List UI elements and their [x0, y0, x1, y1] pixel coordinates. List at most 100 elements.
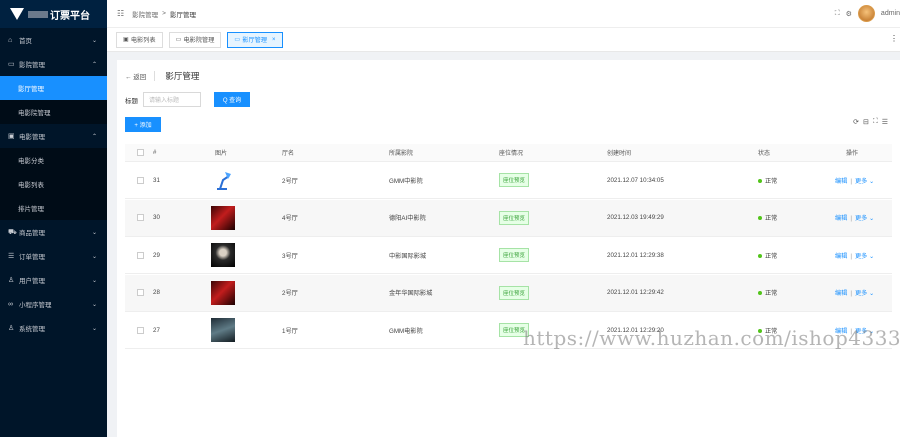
- sidebar-item-7[interactable]: 排片管理: [0, 196, 107, 220]
- table-row[interactable]: 29 3号厅 中影国际影城 座位预览 2021.12.01 12:29:38 正常 编辑 | 更…: [125, 237, 892, 274]
- table-row[interactable]: 28 2号厅 金年华国际影城 座位预览 2021.12.01 12:29:42 正常 编辑 |…: [125, 274, 892, 312]
- sidebar-menu: ⌂ 首页 ⌄ ▭ 影院管理 ⌃ 影厅管理 电影院管理 ▣ 电影管理 ⌃ 电影分类电影列表排片管理 ⛟ 商品…: [0, 28, 107, 340]
- main-content: ← 返回 影厅管理 标题 请输入标题 Q 查询 + 添加 ⟳ ⊟ ⛶ ☰ # 图…: [117, 60, 900, 437]
- select-all-checkbox[interactable]: [137, 149, 144, 156]
- cart-icon: ⛟: [8, 228, 17, 236]
- col-id[interactable]: #: [153, 150, 156, 156]
- sidebar-item-5[interactable]: 电影分类: [0, 148, 107, 172]
- tab-cinema-manage[interactable]: ▭ 电影院管理: [168, 31, 222, 48]
- edit-link[interactable]: 编辑: [835, 253, 847, 260]
- back-button[interactable]: ← 返回: [125, 71, 146, 81]
- sidebar-item-10[interactable]: ♙ 用户管理 ⌄: [0, 268, 107, 292]
- sidebar-item-label: 电影列表: [18, 182, 44, 189]
- more-dropdown[interactable]: 更多 ⌄: [855, 178, 874, 185]
- row-checkbox[interactable]: [137, 326, 144, 334]
- order-icon: ☰: [8, 253, 15, 260]
- refresh-icon[interactable]: ⟳: [853, 118, 859, 126]
- close-icon[interactable]: ×: [272, 37, 276, 43]
- sidebar-item-label: 订单管理: [19, 254, 45, 261]
- fullscreen-icon[interactable]: ⛶: [873, 118, 878, 126]
- hall-image[interactable]: [211, 205, 235, 230]
- col-hall[interactable]: 厅名: [282, 148, 294, 157]
- more-dropdown[interactable]: 更多 ⌄: [855, 328, 874, 335]
- row-checkbox[interactable]: [137, 289, 144, 296]
- row-actions: 编辑 | 更多 ⌄: [835, 176, 874, 185]
- hall-name: 2号厅: [282, 290, 298, 297]
- search-button[interactable]: Q 查询: [214, 92, 250, 107]
- topbar: ☷ 影院管理 > 影厅管理 ⛶ ⚙ admin: [107, 0, 900, 28]
- divider: |: [850, 215, 852, 222]
- col-cinema[interactable]: 所属影院: [389, 148, 413, 157]
- fullscreen-icon[interactable]: ⛶: [835, 10, 840, 18]
- hall-image[interactable]: [211, 168, 235, 192]
- edit-link[interactable]: 编辑: [835, 215, 847, 222]
- tab-hall-manage[interactable]: ▭ 影厅管理 ×: [227, 31, 283, 48]
- table-row[interactable]: 30 4号厅 德阳AI中影院 座位预览 2021.12.03 19:49:29 正常 编辑 |…: [125, 199, 892, 237]
- hall-image[interactable]: [211, 280, 235, 305]
- col-status[interactable]: 状态: [758, 148, 770, 157]
- hall-image[interactable]: [211, 243, 235, 267]
- seat-preview-badge[interactable]: 座位预览: [499, 323, 530, 337]
- row-id: 28: [153, 289, 160, 296]
- created-time: 2021.12.03 19:49:29: [607, 214, 664, 221]
- chevron-icon: ⌄: [91, 325, 97, 332]
- more-dropdown[interactable]: 更多 ⌄: [855, 290, 874, 297]
- home-icon: ⌂: [8, 36, 13, 44]
- status-badge: 正常: [758, 326, 777, 335]
- settings-icon[interactable]: ⚙: [846, 10, 852, 18]
- search-label: 标题: [125, 97, 138, 105]
- sidebar-item-6[interactable]: 电影列表: [0, 172, 107, 196]
- edit-link[interactable]: 编辑: [835, 178, 847, 185]
- hall-image[interactable]: [211, 318, 235, 342]
- avatar[interactable]: [857, 5, 875, 22]
- row-checkbox[interactable]: [137, 176, 144, 184]
- status-dot-icon: [758, 178, 762, 183]
- sidebar-item-9[interactable]: ☰ 订单管理 ⌄: [0, 244, 107, 268]
- col-seat[interactable]: 座位情况: [499, 148, 523, 157]
- status-text: 正常: [765, 177, 778, 185]
- status-text: 正常: [765, 215, 778, 222]
- more-vertical-icon[interactable]: ⋮: [890, 34, 898, 43]
- user-icon: ♙: [8, 277, 15, 284]
- seat-preview-badge[interactable]: 座位预览: [499, 210, 530, 225]
- density-icon[interactable]: ⊟: [863, 118, 869, 126]
- chevron-icon: ⌃: [91, 133, 97, 140]
- col-image[interactable]: 图片: [215, 148, 227, 157]
- seat-preview-badge[interactable]: 座位预览: [499, 285, 530, 300]
- status-badge: 正常: [758, 176, 777, 185]
- more-dropdown[interactable]: 更多 ⌄: [855, 215, 874, 222]
- breadcrumb: 影院管理 > 影厅管理: [132, 9, 196, 19]
- sidebar-item-11[interactable]: ∞ 小程序管理 ⌄: [0, 292, 107, 316]
- search-input[interactable]: 请输入标题: [143, 92, 201, 107]
- username[interactable]: admin: [881, 10, 900, 17]
- col-created[interactable]: 创建时间: [607, 148, 631, 157]
- menu-fold-icon[interactable]: ☷: [117, 9, 124, 18]
- column-setting-icon[interactable]: ☰: [882, 118, 888, 126]
- sidebar-item-0[interactable]: ⌂ 首页 ⌄: [0, 28, 107, 52]
- breadcrumb-item[interactable]: 影院管理: [132, 9, 158, 19]
- sidebar-item-1[interactable]: ▭ 影院管理 ⌃: [0, 52, 107, 76]
- sidebar-item-2[interactable]: 影厅管理: [0, 76, 107, 100]
- system-icon: ♙: [8, 325, 15, 332]
- sidebar-item-12[interactable]: ♙ 系统管理 ⌄: [0, 316, 107, 340]
- row-checkbox[interactable]: [137, 214, 144, 221]
- seat-preview-badge[interactable]: 座位预览: [499, 248, 530, 262]
- more-dropdown[interactable]: 更多 ⌄: [855, 253, 874, 260]
- edit-link[interactable]: 编辑: [835, 290, 847, 297]
- app-title: 订票平台: [50, 10, 90, 22]
- tab-label: 影厅管理: [242, 37, 268, 44]
- sidebar-item-3[interactable]: 电影院管理: [0, 100, 107, 124]
- add-button[interactable]: + 添加: [125, 117, 161, 132]
- status-badge: 正常: [758, 251, 777, 260]
- table-row[interactable]: 31 2号厅 GMM中影院 座位预览 2021.12.07 10:34:05 正常 编辑 | 更…: [125, 162, 892, 199]
- sidebar-item-4[interactable]: ▣ 电影管理 ⌃: [0, 124, 107, 148]
- hall-name: 4号厅: [282, 215, 298, 222]
- seat-preview-badge[interactable]: 座位预览: [499, 173, 530, 187]
- edit-link[interactable]: 编辑: [835, 328, 847, 335]
- status-dot-icon: [758, 253, 762, 258]
- row-checkbox[interactable]: [137, 251, 144, 259]
- sidebar-item-8[interactable]: ⛟ 商品管理 ⌄: [0, 220, 107, 244]
- row-id: 31: [153, 176, 160, 184]
- table-row[interactable]: 27 1号厅 GMM电影院 座位预览 2021.12.01 12:29:20 正常 编辑 | 更…: [125, 312, 892, 349]
- tab-movie-list[interactable]: ▣ 电影列表: [116, 31, 163, 48]
